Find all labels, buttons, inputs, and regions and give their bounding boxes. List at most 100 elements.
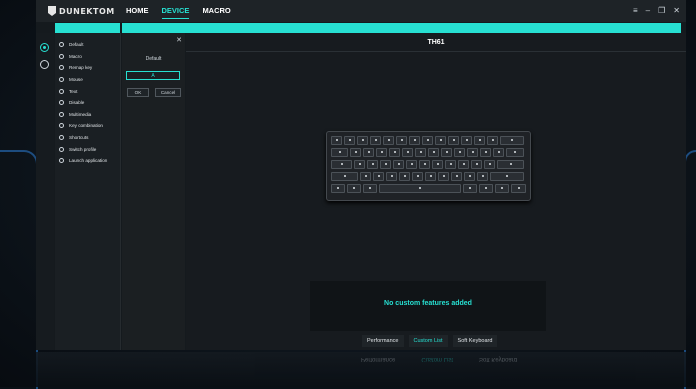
header-strip-left xyxy=(55,23,120,33)
function-item-text[interactable]: Text xyxy=(55,85,120,97)
key[interactable] xyxy=(490,172,524,181)
key[interactable] xyxy=(350,148,361,157)
key[interactable] xyxy=(454,148,465,157)
key-settings-icon[interactable] xyxy=(40,43,49,52)
key[interactable] xyxy=(441,148,452,157)
key[interactable] xyxy=(438,172,449,181)
key[interactable] xyxy=(479,184,493,193)
key[interactable] xyxy=(497,160,524,169)
bottom-tabs: Performance Custom List Soft Keyboard xyxy=(362,335,502,347)
key[interactable] xyxy=(471,160,482,169)
key[interactable] xyxy=(480,148,491,157)
key[interactable] xyxy=(354,160,365,169)
key[interactable] xyxy=(402,148,413,157)
function-item-switch-profile[interactable]: Switch profile xyxy=(55,143,120,155)
reflected-tab-soft-keyboard: Soft Keyboard xyxy=(479,356,518,362)
key[interactable] xyxy=(331,172,358,181)
key[interactable] xyxy=(493,148,504,157)
function-item-shortcuts[interactable]: Shortcuts xyxy=(55,132,120,144)
key[interactable] xyxy=(419,160,430,169)
key[interactable] xyxy=(422,136,433,145)
disable-icon xyxy=(59,100,64,106)
key[interactable] xyxy=(445,160,456,169)
key[interactable] xyxy=(383,136,394,145)
function-item-key-combination[interactable]: Key combination xyxy=(55,120,120,132)
nav-device[interactable]: DEVICE xyxy=(161,6,190,19)
key[interactable] xyxy=(425,172,436,181)
key[interactable] xyxy=(506,148,524,157)
key[interactable] xyxy=(463,184,477,193)
key[interactable] xyxy=(331,184,345,193)
key[interactable] xyxy=(331,160,352,169)
key[interactable] xyxy=(448,136,459,145)
reflected-tab-custom-list: Custom List xyxy=(421,356,454,362)
device-main-area: TH61 No custom features added Performanc xyxy=(186,33,686,350)
key[interactable] xyxy=(435,136,446,145)
window-controls: ≡ – ❐ ✕ xyxy=(633,6,680,15)
key[interactable] xyxy=(399,172,410,181)
key[interactable] xyxy=(409,136,420,145)
key[interactable] xyxy=(458,160,469,169)
key[interactable] xyxy=(344,136,355,145)
key[interactable] xyxy=(331,136,342,145)
side-icon-column xyxy=(36,33,54,350)
tab-soft-keyboard[interactable]: Soft Keyboard xyxy=(452,335,498,347)
key[interactable] xyxy=(367,160,378,169)
nav-macro[interactable]: MACRO xyxy=(202,6,230,19)
key[interactable] xyxy=(363,148,374,157)
function-item-disable[interactable]: Disable xyxy=(55,97,120,109)
spacebar-key[interactable] xyxy=(379,184,461,193)
key[interactable] xyxy=(464,172,475,181)
key[interactable] xyxy=(386,172,397,181)
device-title: TH61 xyxy=(427,39,445,46)
key[interactable] xyxy=(412,172,423,181)
key[interactable] xyxy=(415,148,426,157)
close-icon[interactable]: ✕ xyxy=(176,36,182,44)
function-item-multimedia[interactable]: Multimedia xyxy=(55,109,120,121)
key[interactable] xyxy=(357,136,368,145)
key[interactable] xyxy=(484,160,495,169)
minimize-icon[interactable]: – xyxy=(646,6,650,15)
function-item-mouse[interactable]: Mouse xyxy=(55,74,120,86)
keyboard-preview[interactable] xyxy=(326,131,531,201)
key[interactable] xyxy=(500,136,524,145)
function-item-default[interactable]: Default xyxy=(55,39,120,51)
key[interactable] xyxy=(406,160,417,169)
key[interactable] xyxy=(511,184,526,193)
key[interactable] xyxy=(487,136,498,145)
key[interactable] xyxy=(331,148,348,157)
function-item-launch-application[interactable]: Launch application xyxy=(55,155,120,167)
cancel-button[interactable]: Cancel xyxy=(155,88,181,97)
function-item-macro[interactable]: Macro xyxy=(55,51,120,63)
key[interactable] xyxy=(432,160,443,169)
key[interactable] xyxy=(370,136,381,145)
key[interactable] xyxy=(477,172,488,181)
key[interactable] xyxy=(389,148,400,157)
key[interactable] xyxy=(376,148,387,157)
key[interactable] xyxy=(451,172,462,181)
key[interactable] xyxy=(360,172,371,181)
key[interactable] xyxy=(380,160,391,169)
ok-button[interactable]: OK xyxy=(127,88,149,97)
lighting-icon[interactable] xyxy=(40,60,49,69)
key-combination-icon xyxy=(59,123,64,129)
key[interactable] xyxy=(373,172,384,181)
nav-home[interactable]: HOME xyxy=(126,6,149,19)
keyboard-row xyxy=(331,172,524,181)
close-icon[interactable]: ✕ xyxy=(673,6,680,15)
key[interactable] xyxy=(363,184,377,193)
restore-icon[interactable]: ❐ xyxy=(658,6,665,15)
key[interactable] xyxy=(461,136,472,145)
key[interactable] xyxy=(347,184,361,193)
key[interactable] xyxy=(474,136,485,145)
key[interactable] xyxy=(467,148,478,157)
key-value-field[interactable]: A xyxy=(126,71,180,80)
function-item-remap-key[interactable]: Remap key xyxy=(55,62,120,74)
tab-custom-list[interactable]: Custom List xyxy=(408,335,448,347)
key[interactable] xyxy=(495,184,509,193)
key[interactable] xyxy=(393,160,404,169)
tab-performance[interactable]: Performance xyxy=(362,335,404,347)
key[interactable] xyxy=(428,148,439,157)
menu-icon[interactable]: ≡ xyxy=(633,6,638,15)
key[interactable] xyxy=(396,136,407,145)
